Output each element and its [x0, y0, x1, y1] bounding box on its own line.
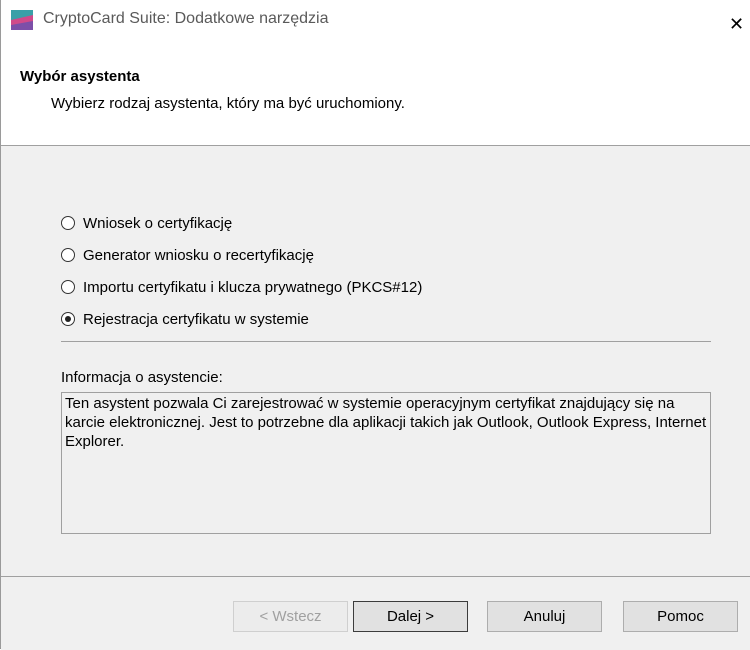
radio-label: Generator wniosku o recertyfikację [83, 246, 314, 264]
radio-label: Wniosek o certyfikację [83, 214, 233, 232]
app-icon [11, 10, 33, 30]
title-bar[interactable]: CryptoCard Suite: Dodatkowe narzędzia ✕ [1, 0, 750, 40]
radio-option-certification-request[interactable]: Wniosek o certyfikację [61, 212, 232, 234]
radio-button[interactable] [61, 248, 75, 262]
wizard-footer: < Wstecz Dalej > Anuluj Pomoc [1, 577, 750, 650]
radio-option-import-pkcs12[interactable]: Importu certyfikatu i klucza prywatnego … [61, 276, 422, 298]
next-button[interactable]: Dalej > [353, 601, 468, 632]
back-button[interactable]: < Wstecz [233, 601, 348, 632]
radio-label: Rejestracja certyfikatu w systemie [83, 310, 309, 328]
page-subtitle: Wybierz rodzaj asystenta, który ma być u… [51, 95, 405, 112]
page-title: Wybór asystenta [20, 68, 140, 85]
radio-option-recertification-generator[interactable]: Generator wniosku o recertyfikację [61, 244, 314, 266]
help-button[interactable]: Pomoc [623, 601, 738, 632]
radio-label: Importu certyfikatu i klucza prywatnego … [83, 278, 423, 296]
info-description-text: Ten asystent pozwala Ci zarejestrować w … [65, 395, 707, 450]
radio-button[interactable] [61, 216, 75, 230]
radio-button[interactable] [61, 280, 75, 294]
close-icon[interactable]: ✕ [729, 15, 749, 35]
radio-button-selected[interactable] [61, 312, 75, 326]
cancel-button[interactable]: Anuluj [487, 601, 602, 632]
info-description-box: Ten asystent pozwala Ci zarejestrować w … [61, 392, 711, 534]
radio-option-certificate-registration[interactable]: Rejestracja certyfikatu w systemie [61, 308, 309, 330]
wizard-body: Wniosek o certyfikację Generator wniosku… [1, 146, 750, 576]
dialog-window: CryptoCard Suite: Dodatkowe narzędzia ✕ … [0, 0, 750, 650]
info-label: Informacja o asystencie: [61, 369, 223, 386]
window-title: CryptoCard Suite: Dodatkowe narzędzia [43, 10, 329, 27]
wizard-header: Wybór asystenta Wybierz rodzaj asystenta… [1, 40, 750, 145]
options-divider [61, 341, 711, 342]
